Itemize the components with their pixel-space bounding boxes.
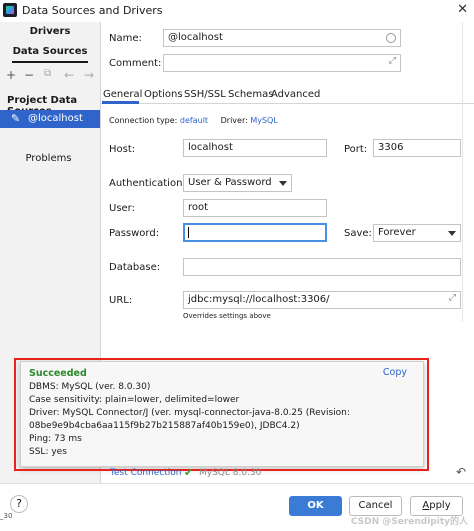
expand-icon[interactable]: ⤢ [389,56,396,66]
color-circle-icon[interactable] [386,33,396,43]
tab-data-sources[interactable]: Data Sources [0,46,100,57]
save-password-select[interactable]: Forever [373,224,461,242]
duplicate-icon[interactable]: ⧉ [44,68,51,79]
chevron-down-icon [279,181,287,186]
test-connection-version: MySQL 8.0.30 [199,468,262,478]
ok-button[interactable]: OK [289,496,342,516]
expand-icon[interactable]: ⤢ [449,293,456,303]
datagrip-app-icon [3,3,17,17]
database-label: Database: [109,262,161,273]
tab-general[interactable]: General [103,89,142,100]
mysql-dolphin-icon: ✎ [11,112,21,125]
data-source-toolbar: + − ⧉ ← → [4,68,100,84]
tab-advanced[interactable]: Advanced [271,89,320,100]
authentication-value: User & Password [188,177,272,188]
user-input[interactable]: root [183,199,327,217]
comment-label: Comment: [109,58,162,69]
tab-drivers[interactable]: Drivers [0,26,100,37]
url-label: URL: [109,295,133,306]
port-label: Port: [344,144,368,155]
user-label: User: [109,203,135,214]
back-arrow-icon[interactable]: ← [64,68,74,82]
reset-icon[interactable]: ↶ [456,465,466,479]
connection-type-label: Connection type: [109,116,178,125]
add-icon[interactable]: + [6,68,16,82]
port-input[interactable]: 3306 [373,139,461,157]
settings-tabs: General Options SSH/SSL Schemas Advanced [101,86,474,104]
help-button[interactable]: ? [10,495,28,513]
host-label: Host: [109,144,136,155]
authentication-select[interactable]: User & Password [183,174,292,192]
test-connection-link[interactable]: Test Connection [110,468,182,478]
url-override-note: Overrides settings above [183,312,271,320]
check-icon: ✔ [184,466,194,479]
watermark: CSDN @Serendipity的人 [350,517,468,527]
password-input[interactable] [183,223,327,242]
scrollbar-track [462,22,474,322]
data-source-label: @localhost [28,113,83,124]
url-value: jdbc:mysql://localhost:3306/ [188,294,330,305]
host-input[interactable]: localhost [183,139,327,157]
tab-schemas[interactable]: Schemas [228,89,273,100]
password-label: Password: [109,228,160,239]
save-password-value: Forever [378,227,416,238]
connection-info: Connection type: default Driver: MySQL [109,116,278,125]
chevron-down-icon [448,231,456,236]
name-input[interactable]: @localhost [163,29,401,47]
forward-arrow-icon[interactable]: → [84,68,94,82]
text-caret [188,227,189,238]
tab-active-indicator [102,101,139,104]
driver-label: Driver: [220,116,248,125]
tab-options[interactable]: Options [144,89,183,100]
tab-ssh-ssl[interactable]: SSH/SSL [184,89,226,100]
save-label: Save: [344,228,372,239]
driver-link[interactable]: MySQL [250,116,277,125]
window-title: Data Sources and Drivers [22,4,163,17]
apply-label: pply [429,500,451,511]
authentication-label: Authentication: [109,178,186,189]
url-input[interactable]: jdbc:mysql://localhost:3306/ ⤢ [183,291,461,309]
remove-icon[interactable]: − [24,68,34,82]
apply-button[interactable]: Apply [410,496,463,516]
comment-input[interactable]: ⤢ [163,54,401,72]
problems-label[interactable]: Problems [0,153,97,164]
database-input[interactable] [183,258,461,276]
connection-type-link[interactable]: default [180,116,208,125]
tab-selected-indicator [12,61,88,63]
name-label: Name: [109,33,142,44]
name-value: @localhost [168,32,223,43]
title-bar: Data Sources and Drivers ✕ [0,0,474,22]
close-icon[interactable]: ✕ [457,2,468,17]
cancel-button[interactable]: Cancel [349,496,402,516]
data-source-item-localhost[interactable]: ✎ @localhost [0,110,100,128]
highlight-frame [14,358,429,471]
background-window-text: _30 [0,512,13,520]
